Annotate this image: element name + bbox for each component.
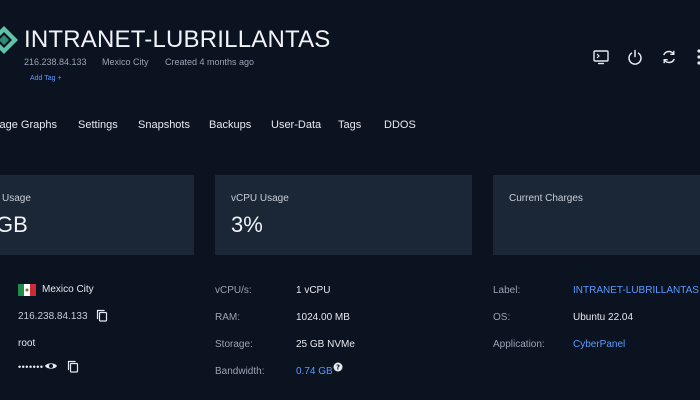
tab-tags[interactable]: Tags [338,119,361,131]
tab-settings[interactable]: Settings [78,119,118,131]
server-name: INTRANET-LUBRILLANTAS [24,26,331,53]
info-user: root [18,338,36,349]
detail-application-label: Application: [493,339,545,350]
info-location: Mexico City [42,284,94,295]
info-ip: 216.238.84.133 [18,311,88,322]
server-logo-icon [0,24,20,56]
tab-backups[interactable]: Backups [209,119,251,131]
spec-bandwidth-label: Bandwidth: [215,366,265,377]
usage-card-value: GB [0,212,28,237]
info-password-mask: ••••••• [18,362,44,372]
tab-snapshots[interactable]: Snapshots [138,119,190,131]
mexico-flag-icon [18,283,36,296]
bandwidth-help-icon[interactable]: ? [333,362,343,372]
usage-card-label: Usage [2,193,31,204]
more-icon[interactable] [690,48,700,66]
spec-vcpu-label: vCPU/s: [215,285,252,296]
tab-user-data[interactable]: User-Data [271,119,321,131]
copy-ip-icon[interactable] [96,309,108,322]
spec-ram-value: 1024.00 MB [296,312,350,323]
spec-vcpu-value: 1 vCPU [296,285,331,296]
add-tag-link[interactable]: Add Tag + [30,75,62,82]
server-ip: 216.238.84.133 [24,57,87,67]
spec-bandwidth-value[interactable]: 0.74 GB [296,366,333,377]
server-created: Created 4 months ago [165,57,255,67]
vcpu-usage-card-value: 3% [231,212,263,237]
copy-password-icon[interactable] [67,360,79,373]
detail-os-label: OS: [493,312,511,323]
tab-usage-graphs[interactable]: sage Graphs [0,119,57,131]
spec-ram-label: RAM: [215,312,240,323]
svg-text:?: ? [336,364,340,372]
detail-os-value: Ubuntu 22.04 [573,312,634,323]
power-icon[interactable] [626,48,644,66]
detail-label-label: Label: [493,285,521,296]
server-location: Mexico City [102,57,149,67]
current-charges-card: Current Charges [493,175,700,255]
current-charges-card-label: Current Charges [509,193,583,204]
spec-storage-label: Storage: [215,339,253,350]
usage-card: Usage GB [0,175,194,255]
tab-ddos[interactable]: DDOS [384,119,416,131]
vcpu-usage-card: vCPU Usage 3% [215,175,472,255]
show-password-icon[interactable] [44,361,58,371]
console-icon[interactable] [592,48,610,66]
vcpu-usage-card-label: vCPU Usage [231,193,289,204]
detail-label-value[interactable]: INTRANET-LUBRILLANTAS [573,285,699,296]
spec-storage-value: 25 GB NVMe [296,339,355,350]
detail-application-value[interactable]: CyberPanel [573,339,625,350]
restart-icon[interactable] [660,48,678,66]
